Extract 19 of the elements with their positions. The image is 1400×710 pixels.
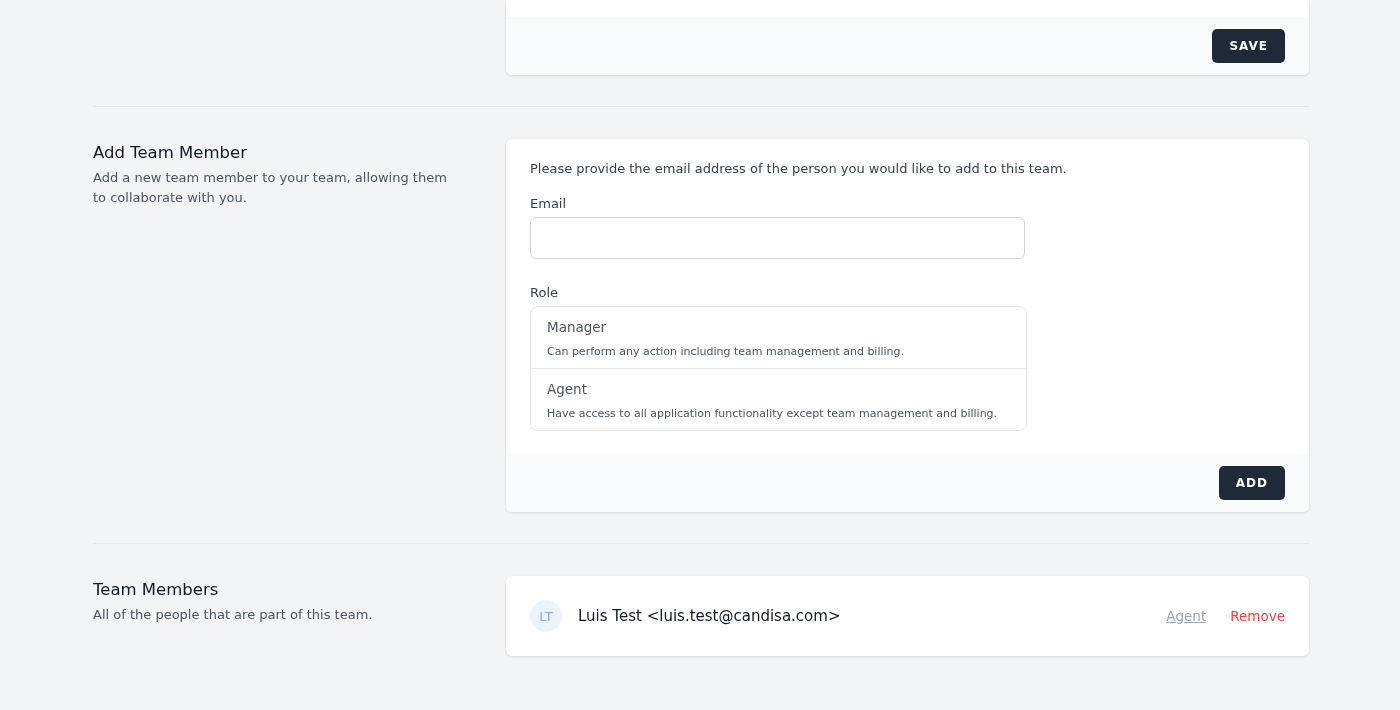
section-title: Add Team Member [93, 143, 248, 162]
email-field[interactable] [530, 217, 1025, 259]
section-description: All of the people that are part of this team. [93, 606, 374, 624]
role-description: Have access to all application functionality except team management and billing. [547, 407, 999, 420]
role-description: Can perform any action including team management and billing. [547, 345, 906, 358]
add-button[interactable]: ADD [1218, 466, 1285, 500]
field-label: Role [530, 285, 559, 300]
field-label: Email [530, 196, 568, 211]
save-button[interactable]: SAVE [1212, 29, 1285, 63]
remove-link[interactable]: Remove [1230, 608, 1285, 624]
role-option[interactable]: Agent Have access to all application functionality except team management and billing. [531, 368, 1026, 430]
avatar-initials: LT [530, 600, 562, 632]
role-name: Agent [547, 381, 588, 397]
role-option[interactable]: Manager Can perform any action including team management and billing. [531, 307, 1026, 368]
role-name: Manager [547, 319, 608, 335]
section-title: Team Members [93, 580, 220, 599]
section-description: Add a new team member to your team, allowing them to collaborate with you. [93, 169, 448, 207]
form-instructions: Please provide the email address of the person you would like to add to this team. [530, 161, 1068, 176]
member-name: Luis Test <luis.test@candisa.com> [578, 607, 842, 625]
